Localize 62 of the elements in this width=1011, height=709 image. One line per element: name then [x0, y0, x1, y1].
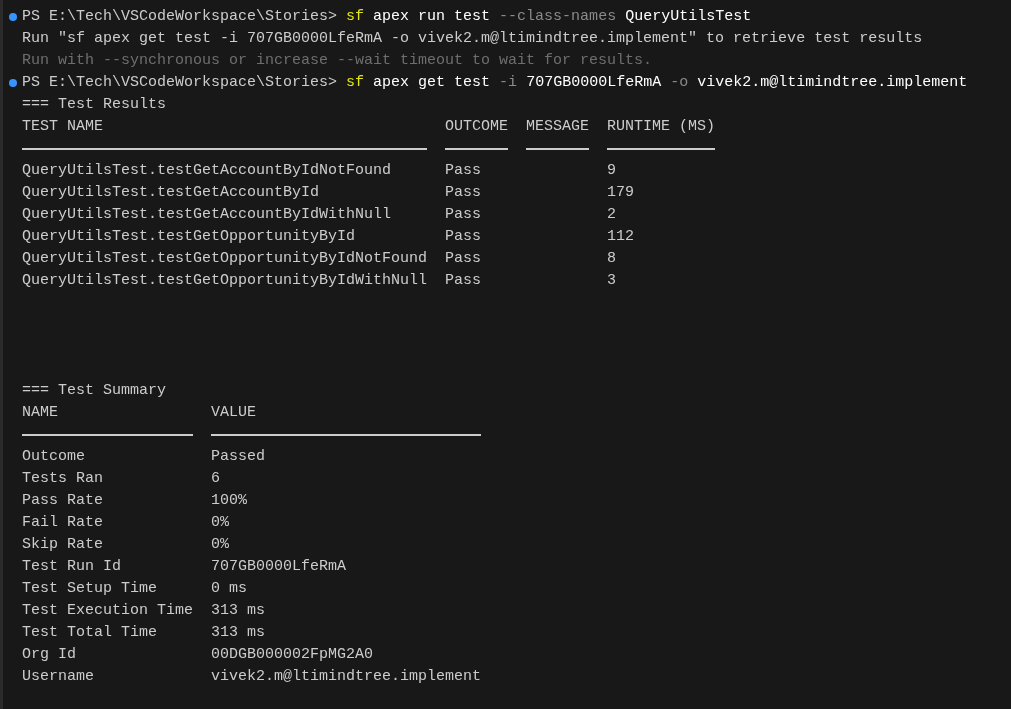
table-cell: 179 [607, 184, 635, 201]
section-title: === Test Summary [22, 382, 167, 399]
table-cell: Test Setup Time [22, 580, 158, 597]
table-cell: QueryUtilsTest.testGetOpportunityByIdWithNull [22, 272, 428, 289]
column-header: OUTCOME [445, 118, 509, 135]
table-cell: 313 ms [211, 624, 266, 641]
table-cell: Test Total Time [22, 624, 158, 641]
table-cell: Tests Ran [22, 470, 103, 487]
argument-text: 707GB0000LfeRmA [526, 73, 662, 93]
section-title: === Test Results [22, 96, 167, 113]
argument-text: QueryUtilsTest [625, 7, 752, 27]
table-cell: 9 [607, 162, 617, 179]
table-cell: 2 [607, 206, 617, 223]
flag-text: --class-names [499, 7, 617, 27]
table-cell: 707GB0000LfeRmA [211, 558, 347, 575]
table-cell: Pass [445, 162, 482, 179]
argument-text: apex get test [373, 73, 491, 93]
table-cell: Test Run Id [22, 558, 122, 575]
table-cell: QueryUtilsTest.testGetAccountById [22, 184, 320, 201]
shell-prompt: PS E:\Tech\VSCodeWorkspace\Stories> [22, 73, 338, 93]
table-cell: Username [22, 668, 94, 685]
table-cell: Outcome [22, 448, 85, 465]
table-cell: Pass [445, 206, 482, 223]
command-text: sf [346, 73, 365, 93]
table-cell: Skip Rate [22, 536, 103, 553]
table-cell: vivek2.m@ltimindtree.implement [211, 668, 482, 685]
table-cell: 0% [211, 536, 230, 553]
table-cell: 8 [607, 250, 617, 267]
table-cell: Pass [445, 272, 482, 289]
table-cell: 112 [607, 228, 635, 245]
flag-text: -i [499, 73, 518, 93]
argument-text: vivek2.m@ltimindtree.implement [697, 73, 968, 93]
command-text: sf [346, 7, 365, 27]
column-header: NAME [22, 404, 58, 421]
table-cell: QueryUtilsTest.testGetOpportunityByIdNotFound [22, 250, 428, 267]
table-cell: Fail Rate [22, 514, 103, 531]
table-cell: QueryUtilsTest.testGetAccountByIdWithNull [22, 206, 392, 223]
table-cell: Passed [211, 448, 266, 465]
table-cell: Org Id [22, 646, 76, 663]
table-cell: 00DGB000002FpMG2A0 [211, 646, 374, 663]
table-cell: Pass Rate [22, 492, 103, 509]
table-cell: 6 [211, 470, 221, 487]
column-header: TEST NAME [22, 118, 103, 135]
argument-text: apex run test [373, 7, 491, 27]
table-cell: Pass [445, 228, 482, 245]
table-cell: 100% [211, 492, 248, 509]
column-header: MESSAGE [526, 118, 590, 135]
table-cell: 313 ms [211, 602, 266, 619]
flag-text: -o [670, 73, 689, 93]
output-text: Run "sf apex get test -i 707GB0000LfeRmA -o vivek2.m@ltimindtree.implement" to retrieve test results [22, 30, 923, 47]
table-cell: Pass [445, 184, 482, 201]
table-cell: QueryUtilsTest.testGetOpportunityById [22, 228, 356, 245]
shell-prompt: PS E:\Tech\VSCodeWorkspace\Stories> [22, 7, 338, 27]
table-cell: QueryUtilsTest.testGetAccountByIdNotFound [22, 162, 392, 179]
column-header: RUNTIME (MS) [607, 118, 716, 135]
table-cell: 3 [607, 272, 617, 289]
hint-text: Run with --synchronous or increase --wait timeout to wait for results. [22, 52, 653, 69]
table-cell: 0 ms [211, 580, 248, 597]
table-cell: Pass [445, 250, 482, 267]
table-cell: 0% [211, 514, 230, 531]
column-header: VALUE [211, 404, 257, 421]
table-cell: Test Execution Time [22, 602, 194, 619]
